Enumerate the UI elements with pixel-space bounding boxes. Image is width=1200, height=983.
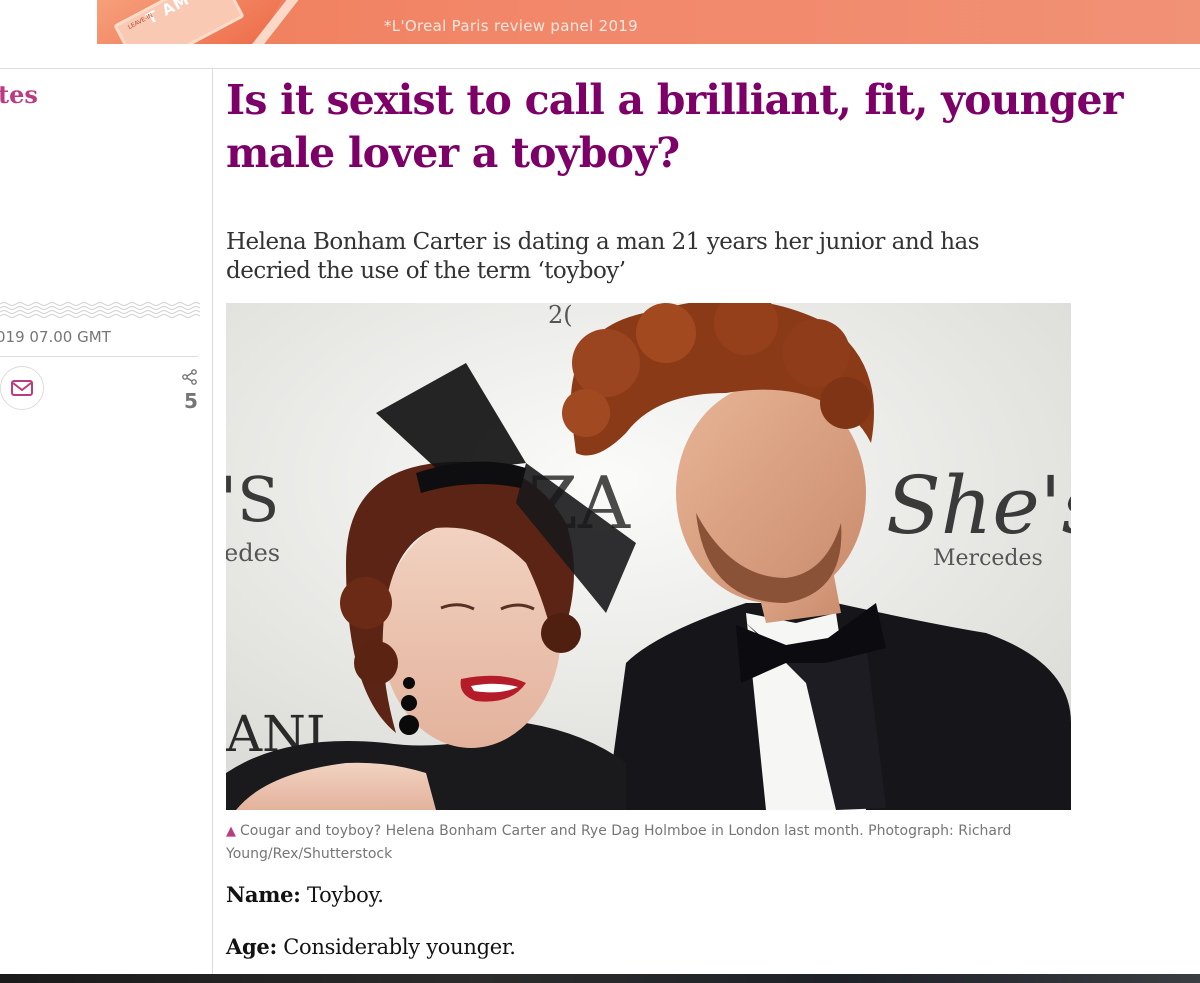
article-photo[interactable]: 'S edes ANI ZA 2( She's Mercedes (226, 303, 1071, 810)
backdrop-text: 2( (548, 303, 573, 329)
caption-text: Cougar and toyboy? Helena Bonham Carter … (226, 823, 1012, 862)
column-divider (212, 69, 213, 983)
paragraph-text: Toyboy. (300, 883, 384, 907)
email-share-button[interactable] (0, 366, 44, 410)
email-icon (11, 380, 33, 396)
backdrop-text: 'S (226, 463, 280, 536)
backdrop-text: edes (226, 539, 280, 567)
photo-illustration: 'S edes ANI ZA 2( She's Mercedes (226, 303, 1071, 810)
share-count: 5 (184, 389, 198, 413)
advert-banner[interactable]: T AM LEAVE-IN *L'Oreal Paris review pane… (97, 0, 1200, 44)
wavy-divider (0, 302, 200, 318)
article-paragraph: Age: Considerably younger. (226, 934, 516, 959)
bottom-strip (0, 974, 1200, 983)
backdrop-text: She's (886, 459, 1071, 552)
photo-caption: ▲ Cougar and toyboy? Helena Bonham Carter… (226, 820, 1086, 865)
article-headline: Is it sexist to call a brilliant, fit, y… (226, 76, 1123, 177)
paragraph-label: Age: (226, 934, 277, 959)
triangle-icon: ▲ (226, 824, 236, 839)
paragraph-text: Considerably younger. (276, 935, 516, 959)
article-standfirst: Helena Bonham Carter is dating a man 21 … (226, 229, 980, 284)
ad-caption: *L'Oreal Paris review panel 2019 (384, 17, 638, 35)
article-paragraph: Name: Toyboy. (226, 882, 384, 907)
section-label[interactable]: tes (0, 80, 38, 109)
article-meta-column (0, 69, 212, 983)
share-icon[interactable] (181, 369, 199, 385)
dateline: 019 07.00 GMT (0, 328, 111, 346)
paragraph-label: Name: (226, 882, 301, 907)
backdrop-text: Mercedes (933, 546, 1043, 571)
dateline-divider (0, 356, 198, 357)
